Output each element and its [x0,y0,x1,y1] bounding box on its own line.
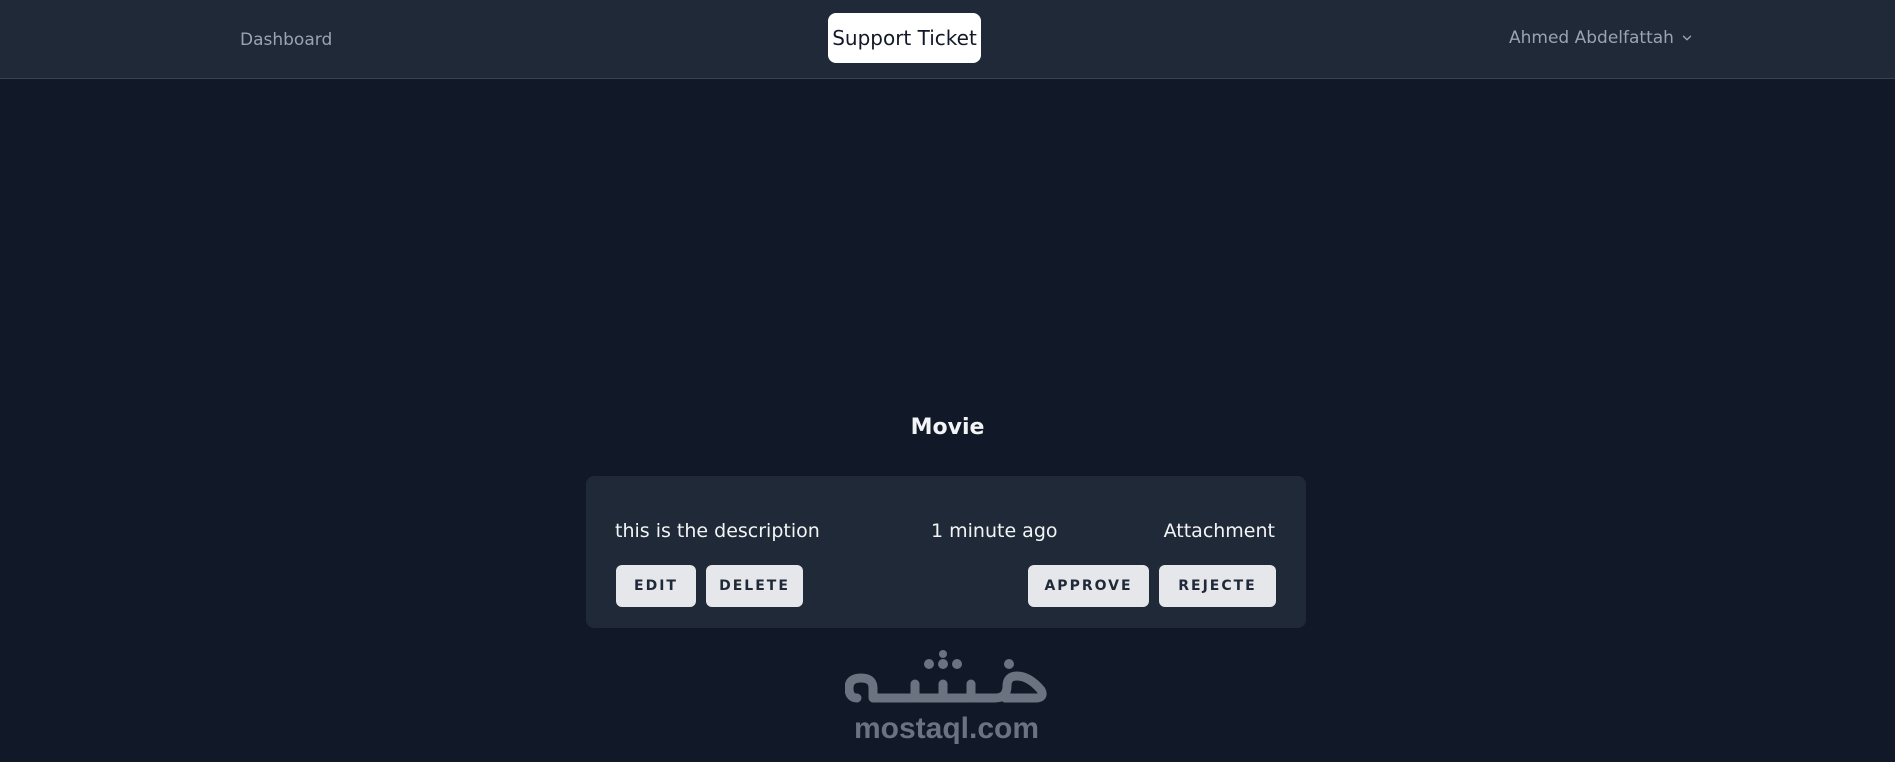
mostaql-logo [845,650,1047,703]
ticket-time: 1 minute ago [931,520,1058,542]
watermark-site: mostaql.com [853,712,1040,745]
approve-button[interactable]: APPROVE [1028,565,1149,607]
user-name: Ahmed Abdelfattah [1509,28,1674,48]
ticket-description: this is the description [615,520,820,542]
edit-button[interactable]: EDIT [616,565,696,607]
user-menu[interactable]: Ahmed Abdelfattah [1509,26,1694,50]
nav-link-dashboard[interactable]: Dashboard [240,28,332,52]
mostaql-watermark: mostaql.com [845,650,1048,750]
reject-button[interactable]: REJECTE [1159,565,1276,607]
ticket-card: this is the description 1 minute ago Att… [586,476,1306,628]
chevron-down-icon [1682,35,1692,41]
ticket-attachment-link[interactable]: Attachment [1164,518,1275,544]
delete-button[interactable]: DELETE [706,565,803,607]
page-title: Movie [910,415,985,440]
top-navigation: Dashboard Support Ticket Ahmed Abdelfatt… [0,0,1895,79]
brand-support-ticket[interactable]: Support Ticket [828,13,981,63]
